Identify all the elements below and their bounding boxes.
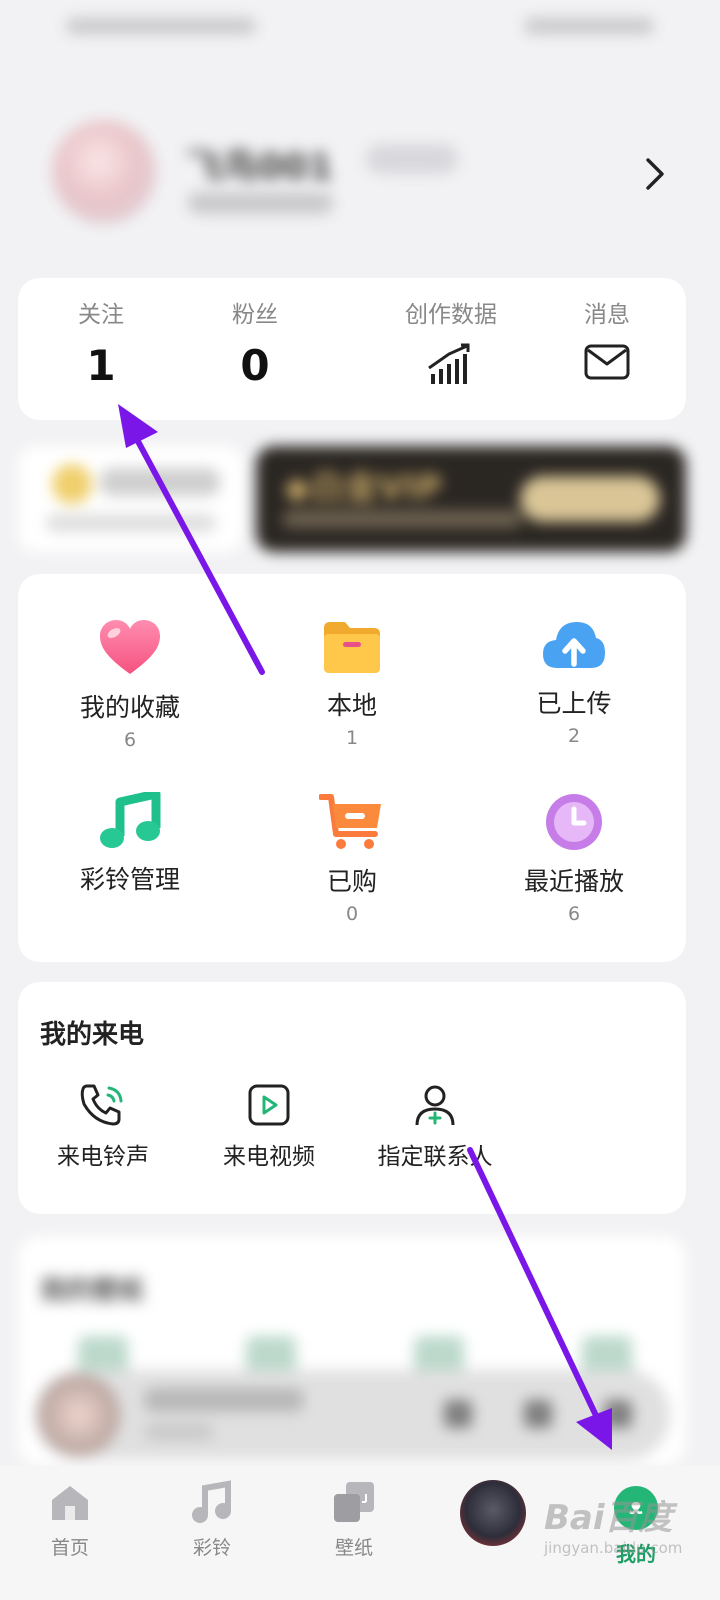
my-calls-card: 我的来电 来电铃声 来电视频 指定联系人 [18, 982, 686, 1214]
heart-icon [100, 620, 160, 674]
stat-messages[interactable]: 消息 [532, 300, 682, 382]
stat-creation-data[interactable]: 创作数据 [376, 300, 526, 386]
envelope-icon [584, 344, 630, 380]
wallpaper-icon [334, 1482, 374, 1522]
user-subtitle [188, 192, 333, 214]
stat-messages-label: 消息 [584, 302, 630, 328]
phone-ringing-icon [80, 1084, 123, 1126]
call-ringtone[interactable]: 来电铃声 [18, 1082, 188, 1172]
grid-item-label: 彩铃管理 [79, 865, 180, 894]
stat-following-value: 1 [86, 341, 116, 390]
stats-card: 关注 1 粉丝 0 创作数据 消息 [18, 278, 686, 420]
cloud-upload-icon [543, 622, 605, 668]
stat-creation-label: 创作数据 [405, 302, 497, 328]
grid-item-purchased[interactable]: 已购 0 [242, 792, 462, 926]
grid-item-count: 6 [567, 903, 581, 925]
grid-item-label: 已购 [326, 867, 377, 896]
chart-bars-icon [428, 343, 470, 384]
baidu-watermark: Bai百度 jingyan.baidu.com [544, 1490, 704, 1557]
watermark-logo: Bai百度 [544, 1498, 673, 1538]
play-button[interactable] [524, 1400, 552, 1428]
prev-button[interactable] [444, 1400, 472, 1428]
video-play-icon [248, 1084, 290, 1126]
call-item-label: 来电视频 [223, 1144, 315, 1170]
wallpaper-section-title: 我的壁纸 [40, 1276, 145, 1306]
call-video[interactable]: 来电视频 [184, 1082, 354, 1172]
stat-following-label: 关注 [78, 302, 124, 328]
music-note-icon [100, 792, 161, 848]
user-avatar[interactable] [52, 120, 156, 224]
player-cover[interactable] [38, 1374, 120, 1456]
shopping-cart-icon [319, 794, 381, 849]
nav-ringtone-label: 彩铃 [192, 1537, 231, 1559]
feature-grid: 我的收藏 6 本地 1 已上传 2 彩铃管理 已购 0 最近播放 6 [18, 574, 686, 962]
add-contact-icon [415, 1085, 455, 1126]
clock-icon [546, 794, 602, 850]
stat-fans-label: 粉丝 [232, 302, 278, 328]
grid-item-count: 0 [345, 903, 359, 925]
player-avatar[interactable] [460, 1480, 526, 1546]
grid-item-local[interactable]: 本地 1 [242, 618, 462, 750]
status-bar [66, 14, 654, 40]
grid-item-count: 1 [345, 727, 359, 749]
grid-item-label: 本地 [326, 691, 377, 720]
user-badge [366, 144, 458, 174]
mini-player[interactable] [34, 1370, 670, 1460]
grid-item-label: 最近播放 [523, 867, 624, 896]
call-assigned-contact[interactable]: 指定联系人 [350, 1082, 520, 1172]
nav-home[interactable]: 首页 [20, 1480, 120, 1560]
nav-home-label: 首页 [50, 1537, 89, 1559]
my-calls-title: 我的来电 [40, 1020, 145, 1050]
home-icon [52, 1486, 88, 1520]
grid-item-count: 2 [567, 725, 581, 747]
points-card[interactable] [18, 446, 244, 552]
nav-ringtone[interactable]: 彩铃 [162, 1480, 262, 1560]
stat-following[interactable]: 关注 1 [26, 300, 176, 392]
vip-open-button[interactable] [520, 476, 660, 522]
chevron-right-icon[interactable] [640, 152, 670, 196]
grid-item-ringtone-manage[interactable]: 彩铃管理 [20, 792, 240, 896]
grid-item-recent[interactable]: 最近播放 6 [464, 792, 684, 926]
playlist-button[interactable] [604, 1400, 632, 1428]
vip-banner[interactable]: ◆白金VIP [256, 446, 686, 552]
stat-fans-value: 0 [240, 341, 270, 390]
call-item-label: 指定联系人 [377, 1144, 493, 1170]
vip-title: ◆白金VIP [284, 468, 443, 508]
stat-fans[interactable]: 粉丝 0 [180, 300, 330, 392]
grid-item-uploaded[interactable]: 已上传 2 [464, 618, 684, 748]
grid-item-label: 我的收藏 [79, 693, 180, 722]
folder-icon [324, 622, 380, 673]
watermark-url: jingyan.baidu.com [544, 1539, 683, 1557]
nav-wallpaper-label: 壁纸 [334, 1537, 373, 1559]
nav-wallpaper[interactable]: 壁纸 [304, 1480, 404, 1560]
grid-item-favorites[interactable]: 我的收藏 6 [20, 618, 240, 752]
grid-item-label: 已上传 [536, 689, 612, 718]
grid-item-count: 6 [123, 729, 137, 751]
music-icon [192, 1480, 231, 1523]
call-item-label: 来电铃声 [57, 1144, 149, 1170]
user-nickname[interactable]: 飞鸟001 [186, 138, 333, 190]
